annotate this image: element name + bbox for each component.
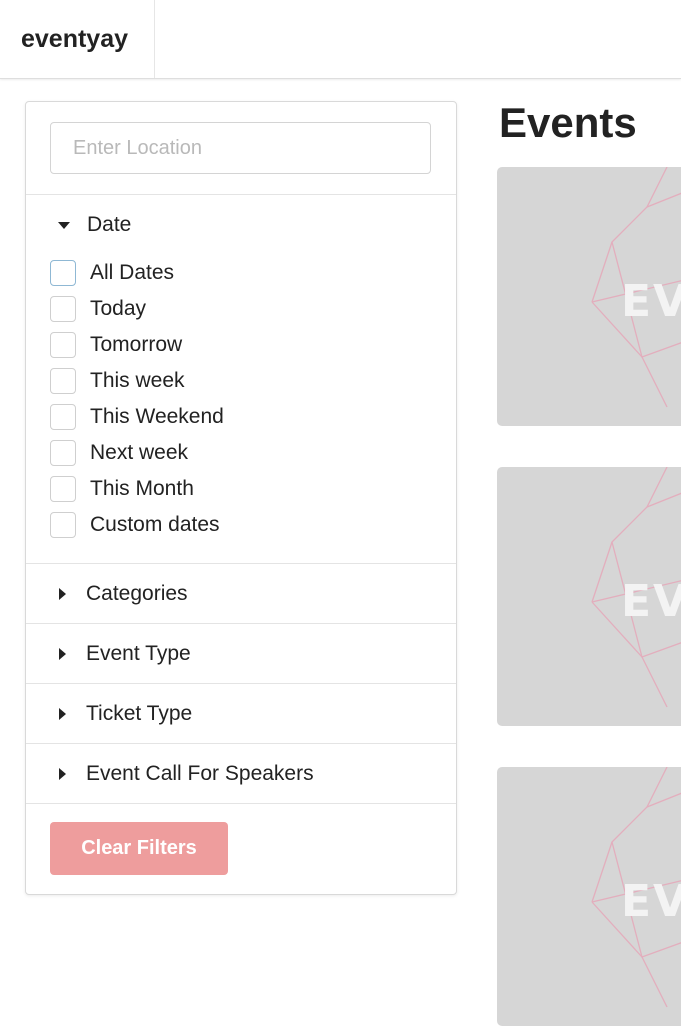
card-placeholder-text: EVI [621,576,681,627]
location-input[interactable] [50,122,431,174]
event-card[interactable]: EVI [497,467,681,726]
page-title: Events [499,99,637,146]
checkbox[interactable] [50,476,76,502]
filter-section-title: Event Type [86,641,191,665]
checkbox[interactable] [50,296,76,322]
date-option-today[interactable]: Today [50,291,224,327]
categories-filter-toggle[interactable]: Categories [26,564,456,623]
filter-section-title: Event Call For Speakers [86,761,314,785]
date-option-label: Today [90,297,147,320]
event-card[interactable]: EVI [497,767,681,1026]
clear-filters-button[interactable]: Clear Filters [50,822,228,875]
caret-right-icon [59,587,66,600]
date-option-label: Next week [90,441,189,464]
date-filter-section: Date All Dates Today Tomorrow This week … [26,195,456,564]
date-options-list: All Dates Today Tomorrow This week This … [50,255,224,543]
clear-filters-wrap: Clear Filters [26,804,456,875]
date-option-label: This week [90,369,185,392]
call-for-speakers-filter-toggle[interactable]: Event Call For Speakers [26,744,456,803]
ticket-type-filter-toggle[interactable]: Ticket Type [26,684,456,743]
checkbox[interactable] [50,368,76,394]
date-option-label: All Dates [90,261,175,284]
checkbox[interactable] [50,440,76,466]
date-option-this-month[interactable]: This Month [50,471,224,507]
event-type-filter-toggle[interactable]: Event Type [26,624,456,683]
date-option-this-weekend[interactable]: This Weekend [50,399,224,435]
date-option-all-dates[interactable]: All Dates [50,255,224,291]
caret-down-icon [58,221,70,229]
call-for-speakers-filter-section: Event Call For Speakers [26,744,456,804]
card-placeholder-text: EVI [621,876,681,927]
checkbox[interactable] [50,260,76,286]
top-navbar: eventyay [0,0,681,79]
caret-right-icon [59,767,66,780]
card-placeholder-text: EVI [621,276,681,327]
checkbox[interactable] [50,332,76,358]
event-card[interactable]: EVI [497,167,681,426]
date-option-label: This Weekend [90,405,224,428]
date-filter-toggle[interactable]: Date [26,195,456,255]
date-option-custom-dates[interactable]: Custom dates [50,507,224,543]
date-option-this-week[interactable]: This week [50,363,224,399]
categories-filter-section: Categories [26,564,456,624]
date-option-next-week[interactable]: Next week [50,435,224,471]
date-option-label: Tomorrow [90,333,183,356]
checkbox[interactable] [50,512,76,538]
ticket-type-filter-section: Ticket Type [26,684,456,744]
filter-section-title: Categories [86,581,188,605]
date-filter-title: Date [87,213,132,236]
date-option-label: Custom dates [90,513,220,536]
location-filter [26,102,456,195]
filter-panel: Date All Dates Today Tomorrow This week … [25,101,457,895]
date-option-label: This Month [90,477,194,500]
brand-logo[interactable]: eventyay [0,0,155,78]
caret-right-icon [59,647,66,660]
caret-right-icon [59,707,66,720]
date-option-tomorrow[interactable]: Tomorrow [50,327,224,363]
filter-section-title: Ticket Type [86,701,193,725]
event-type-filter-section: Event Type [26,624,456,684]
checkbox[interactable] [50,404,76,430]
